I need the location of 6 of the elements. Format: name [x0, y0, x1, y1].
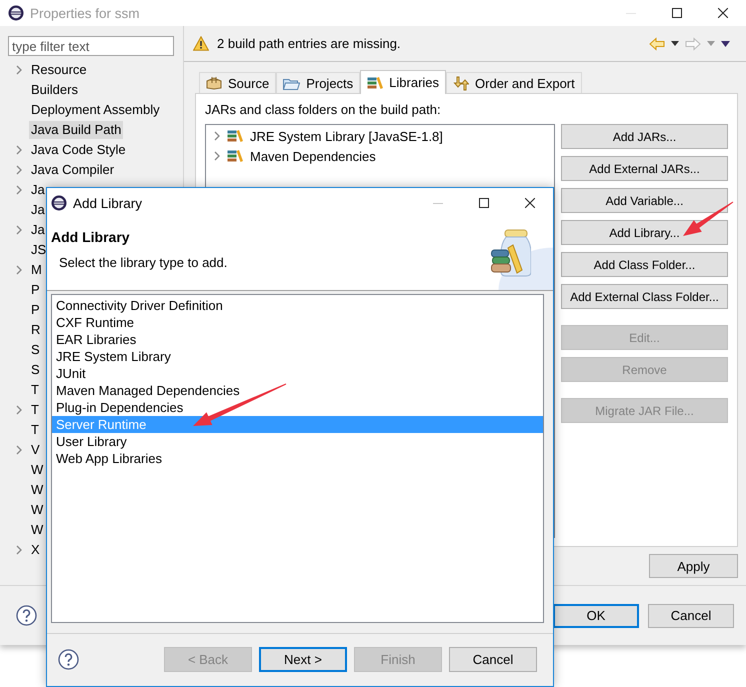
page-heading: Add Library	[51, 229, 131, 245]
page-description: Select the library type to add.	[59, 255, 228, 270]
window-title: Properties for ssm	[30, 6, 140, 20]
section-label: JARs and class folders on the build path:	[205, 102, 442, 117]
dialog-title: Add Library	[73, 196, 142, 210]
warning-message: 2 build path entries are missing.	[217, 36, 401, 51]
